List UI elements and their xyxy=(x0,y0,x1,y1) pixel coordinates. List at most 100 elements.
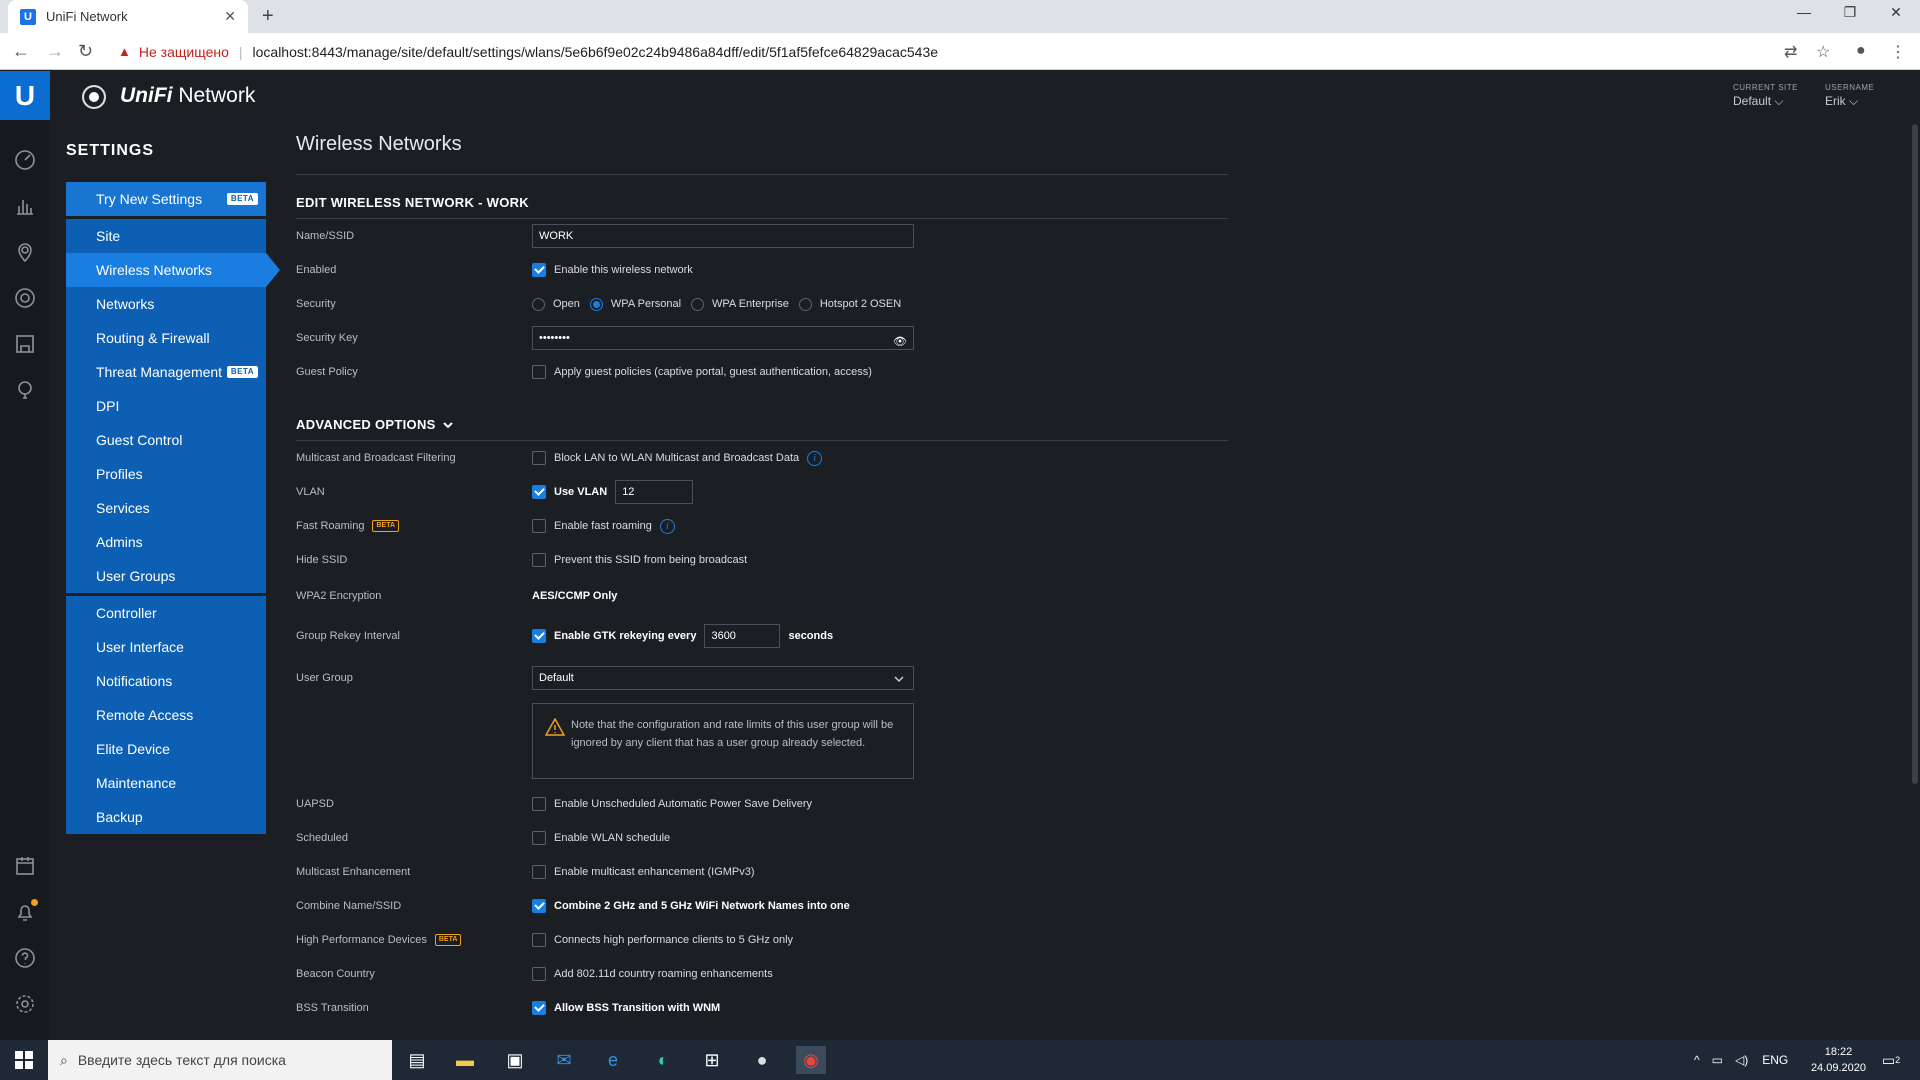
settings-sidebar: Try New Settings BETA Site Wireless Netwo… xyxy=(66,182,280,834)
taskbar-clock[interactable]: 18:22 24.09.2020 xyxy=(1811,1044,1866,1076)
warning-icon: ▲ xyxy=(118,44,131,59)
sidebar-item-wireless-networks[interactable]: Wireless Networks xyxy=(66,253,280,287)
edge-icon[interactable]: ◐ xyxy=(648,1046,678,1074)
hide-ssid-checkbox[interactable] xyxy=(532,553,546,567)
sidebar-item-guest-control[interactable]: Guest Control xyxy=(66,423,266,457)
user-group-select[interactable]: Default xyxy=(532,666,914,690)
menu-dots-icon[interactable]: ⋮ xyxy=(1890,42,1906,62)
sidebar-item-routing-firewall[interactable]: Routing & Firewall xyxy=(66,321,266,355)
current-site-selector[interactable]: CURRENT SITE Default ⌵ xyxy=(1733,83,1798,109)
username-selector[interactable]: USERNAME Erik ⌵ xyxy=(1825,83,1874,109)
unifi-logo-icon[interactable]: U xyxy=(0,71,50,120)
beacon-row: Beacon Country Add 802.11d country roami… xyxy=(296,957,1228,991)
events-calendar-icon[interactable] xyxy=(12,853,38,879)
volume-icon[interactable]: ◁) xyxy=(1735,1053,1748,1067)
sidebar-item-site[interactable]: Site xyxy=(66,219,266,253)
close-window-icon[interactable]: ✕ xyxy=(1873,4,1919,21)
hpd-checkbox[interactable] xyxy=(532,933,546,947)
new-tab-button[interactable]: + xyxy=(262,5,274,28)
ssid-input[interactable]: WORK xyxy=(532,224,914,248)
sidebar-item-try-new-settings[interactable]: Try New Settings BETA xyxy=(66,182,266,216)
sidebar-item-services[interactable]: Services xyxy=(66,491,266,525)
security-wpa-enterprise-label: WPA Enterprise xyxy=(712,298,789,310)
sidebar-item-networks[interactable]: Networks xyxy=(66,287,266,321)
security-hotspot-radio[interactable] xyxy=(798,297,812,311)
windows-start-icon[interactable] xyxy=(0,1040,48,1080)
sidebar-item-user-interface[interactable]: User Interface xyxy=(66,630,266,664)
rekey-checkbox[interactable] xyxy=(532,629,546,643)
help-icon[interactable] xyxy=(12,945,38,971)
security-wpa-personal-radio[interactable] xyxy=(589,297,603,311)
sidebar-item-maintenance[interactable]: Maintenance xyxy=(66,766,266,800)
sidebar-item-elite-device[interactable]: Elite Device xyxy=(66,732,266,766)
beacon-checkbox[interactable] xyxy=(532,967,546,981)
name-label: Name/SSID xyxy=(296,230,355,242)
devices-icon[interactable] xyxy=(12,285,38,311)
clients-icon[interactable] xyxy=(12,331,38,357)
combine-checkbox[interactable] xyxy=(532,899,546,913)
insights-icon[interactable] xyxy=(12,377,38,403)
scheduled-checkbox[interactable] xyxy=(532,831,546,845)
fast-roaming-checkbox[interactable] xyxy=(532,519,546,533)
guest-policy-checkbox[interactable] xyxy=(532,365,546,379)
vlan-checkbox[interactable] xyxy=(532,485,546,499)
sidebar-item-threat-management[interactable]: Threat Management BETA xyxy=(66,355,266,389)
star-icon[interactable]: ☆ xyxy=(1816,42,1830,62)
security-open-radio[interactable] xyxy=(532,297,545,311)
unifi-app-icon[interactable]: ● xyxy=(747,1046,777,1074)
vlan-input[interactable]: 12 xyxy=(615,480,694,504)
url-text[interactable]: localhost:8443/manage/site/default/setti… xyxy=(253,44,939,60)
mc-enh-checkbox[interactable] xyxy=(532,865,546,879)
reload-icon[interactable]: ↻ xyxy=(78,41,93,62)
chrome-icon[interactable]: ◉ xyxy=(796,1046,826,1074)
security-key-input[interactable]: •••••••• 👁 xyxy=(532,326,914,350)
language-indicator[interactable]: ENG xyxy=(1762,1053,1788,1067)
page-scrollbar[interactable] xyxy=(1912,124,1918,784)
dashboard-icon[interactable] xyxy=(12,147,38,173)
bss-checkbox[interactable] xyxy=(532,1001,546,1015)
alerts-bell-icon[interactable] xyxy=(12,899,38,925)
task-view-icon[interactable]: ▤ xyxy=(402,1046,432,1074)
sidebar-item-backup[interactable]: Backup xyxy=(66,800,266,834)
settings-gear-icon[interactable] xyxy=(12,991,38,1017)
enabled-checkbox[interactable] xyxy=(532,263,546,277)
multicast-checkbox[interactable] xyxy=(532,451,546,465)
close-icon[interactable]: ✕ xyxy=(224,8,236,25)
sidebar-item-profiles[interactable]: Profiles xyxy=(66,457,266,491)
browser-tab[interactable]: U UniFi Network ✕ xyxy=(8,0,248,33)
info-icon[interactable]: i xyxy=(659,518,675,534)
sidebar-item-admins[interactable]: Admins xyxy=(66,525,266,559)
statistics-icon[interactable] xyxy=(12,193,38,219)
store-icon[interactable]: ▣ xyxy=(500,1046,530,1074)
file-explorer-icon[interactable]: ▬ xyxy=(450,1046,480,1074)
profile-icon[interactable]: ● xyxy=(1856,42,1866,60)
sidebar-item-controller[interactable]: Controller xyxy=(66,596,266,630)
advanced-options-toggle[interactable]: ADVANCED OPTIONS xyxy=(296,417,1228,441)
sidebar-item-remote-access[interactable]: Remote Access xyxy=(66,698,266,732)
rekey-input[interactable]: 3600 xyxy=(704,624,781,648)
restore-icon[interactable]: ❐ xyxy=(1827,4,1873,21)
notification-center-icon[interactable]: ▭ 2 xyxy=(1876,1046,1906,1074)
chevron-up-icon[interactable]: ^ xyxy=(1694,1053,1700,1067)
sidebar-item-notifications[interactable]: Notifications xyxy=(66,664,266,698)
taskbar-search-input[interactable]: ⌕ Введите здесь текст для поиска xyxy=(48,1040,392,1080)
translate-icon[interactable]: ⇄ xyxy=(1784,42,1797,62)
security-wpa-enterprise-radio[interactable] xyxy=(691,297,705,311)
insecure-label[interactable]: Не защищено xyxy=(139,44,229,60)
mail-icon[interactable]: ✉ xyxy=(549,1046,579,1074)
url-omnibox[interactable]: ▲ Не защищено | localhost:8443/manage/si… xyxy=(108,37,1818,66)
info-icon[interactable]: i xyxy=(807,450,823,466)
forward-arrow-icon[interactable]: → xyxy=(46,41,64,62)
sidebar-item-dpi[interactable]: DPI xyxy=(66,389,266,423)
network-tool-icon[interactable]: ⊞ xyxy=(697,1046,727,1074)
minimize-icon[interactable]: — xyxy=(1781,4,1827,20)
uapsd-checkbox[interactable] xyxy=(532,797,546,811)
network-icon[interactable]: ▭ xyxy=(1712,1053,1723,1067)
eye-icon[interactable]: 👁 xyxy=(893,331,907,353)
sidebar-item-user-groups[interactable]: User Groups xyxy=(66,559,266,593)
security-open-label: Open xyxy=(553,298,580,310)
tab-title: UniFi Network xyxy=(46,9,128,24)
ie-icon[interactable]: e xyxy=(598,1046,628,1074)
map-pin-icon[interactable] xyxy=(12,239,38,265)
back-arrow-icon[interactable]: ← xyxy=(12,41,30,62)
